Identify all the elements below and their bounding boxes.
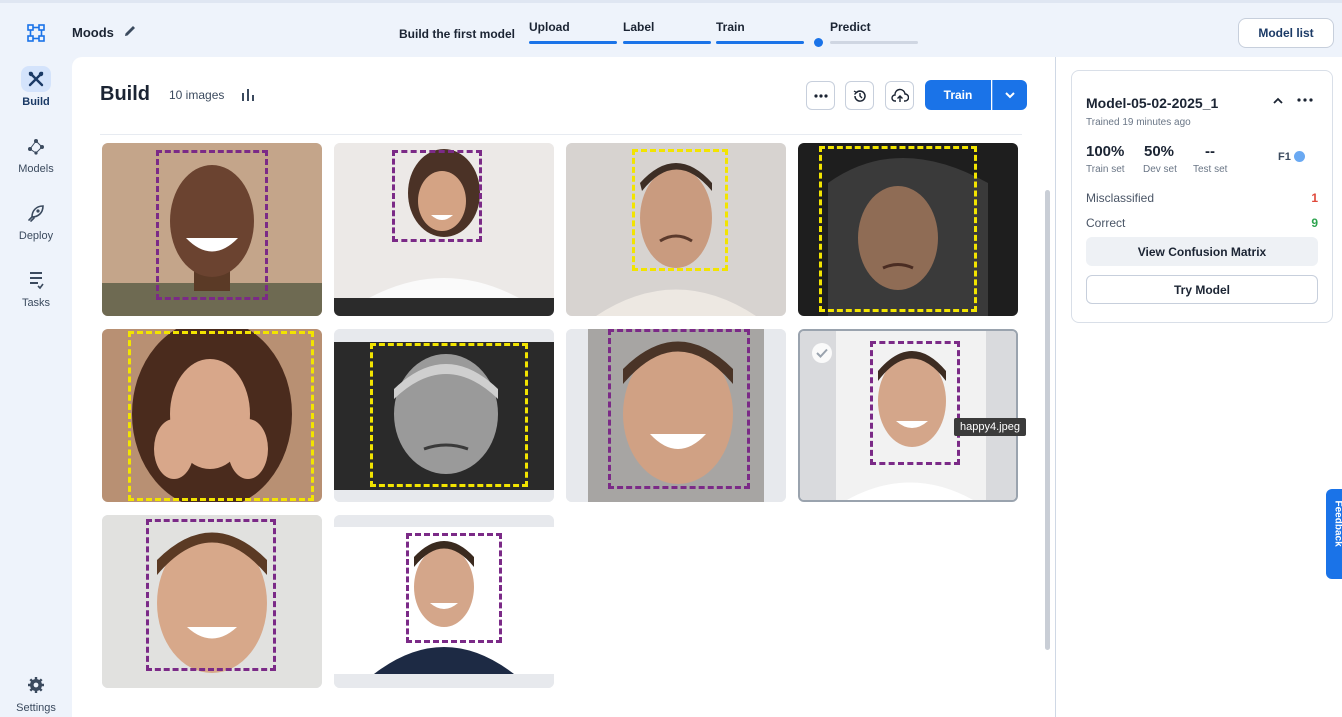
select-check-icon[interactable]	[812, 343, 832, 363]
bar-chart-icon[interactable]	[240, 87, 256, 103]
app-logo-icon[interactable]	[26, 23, 46, 43]
model-details-pane: Model-05-02-2025_1 Trained 19 minutes ag…	[1056, 57, 1342, 717]
test-set-score: --	[1205, 143, 1215, 160]
image-tile[interactable]	[334, 143, 554, 316]
image-tile[interactable]	[334, 515, 554, 688]
nav-label-deploy: Deploy	[18, 230, 54, 242]
history-button[interactable]	[845, 81, 874, 110]
info-icon[interactable]	[1294, 151, 1305, 162]
label-bbox	[608, 329, 750, 489]
image-tile[interactable]	[102, 515, 322, 688]
correct-label: Correct	[1086, 216, 1126, 230]
page-title: Build	[100, 83, 150, 105]
try-model-button[interactable]: Try Model	[1086, 275, 1318, 304]
left-nav: Build Models Deploy Tasks Settings	[0, 60, 72, 717]
model-list-button[interactable]: Model list	[1238, 18, 1334, 48]
train-button[interactable]: Train	[925, 80, 991, 110]
image-count: 10 images	[169, 88, 225, 102]
label-bbox	[392, 150, 482, 242]
train-set-label: Train set	[1086, 164, 1125, 175]
tasks-icon	[21, 267, 51, 293]
model-name: Model-05-02-2025_1	[1086, 95, 1219, 111]
upload-cloud-button[interactable]	[885, 81, 914, 110]
label-bbox	[632, 149, 728, 271]
more-options-button[interactable]	[806, 81, 835, 110]
step-label-progress	[623, 41, 711, 44]
step-predict-progress	[830, 41, 918, 44]
models-icon	[21, 133, 51, 159]
image-tile-selected[interactable]	[798, 329, 1018, 502]
feedback-label: Feedback	[1332, 500, 1342, 547]
nav-item-tasks[interactable]: Tasks	[0, 267, 72, 309]
edit-pencil-icon[interactable]	[122, 23, 138, 39]
step-upload-progress	[529, 41, 617, 44]
test-set-label: Test set	[1193, 164, 1228, 175]
chevron-up-icon[interactable]	[1272, 95, 1284, 107]
train-dropdown-button[interactable]	[992, 80, 1027, 110]
nav-item-build[interactable]: Build	[0, 66, 72, 108]
nav-label-build: Build	[22, 96, 50, 108]
dev-set-label: Dev set	[1143, 164, 1177, 175]
model-card: Model-05-02-2025_1 Trained 19 minutes ag…	[1071, 70, 1333, 323]
step-train[interactable]: Train	[716, 20, 745, 34]
train-set-score: 100%	[1086, 143, 1125, 160]
label-bbox	[819, 146, 977, 312]
nav-item-models[interactable]: Models	[0, 133, 72, 175]
label-bbox	[156, 150, 268, 300]
nav-label-tasks: Tasks	[21, 297, 51, 309]
label-bbox	[406, 533, 502, 643]
nav-item-settings[interactable]: Settings	[0, 672, 72, 714]
label-bbox	[870, 341, 960, 465]
ellipsis-icon	[813, 93, 828, 98]
step-label[interactable]: Label	[623, 20, 654, 34]
nav-label-models: Models	[18, 163, 54, 175]
top-bar: Moods Build the first model Upload Label…	[0, 0, 1342, 60]
step-train-progress	[716, 41, 804, 44]
history-icon	[853, 89, 866, 102]
tools-icon	[21, 66, 51, 92]
correct-count[interactable]: 9	[1311, 216, 1318, 230]
label-bbox	[146, 519, 276, 671]
label-bbox	[128, 331, 314, 501]
misclassified-label: Misclassified	[1086, 191, 1155, 205]
nav-label-settings: Settings	[16, 702, 56, 714]
current-step-dot	[814, 38, 823, 47]
toolbar-divider	[100, 129, 1022, 135]
trained-timestamp: Trained 19 minutes ago	[1086, 117, 1191, 128]
image-tile[interactable]	[102, 329, 322, 502]
step-predict[interactable]: Predict	[830, 20, 871, 34]
workflow-label: Build the first model	[399, 27, 516, 41]
cloud-upload-icon	[890, 88, 909, 102]
view-confusion-matrix-button[interactable]: View Confusion Matrix	[1086, 237, 1318, 266]
misclassified-count[interactable]: 1	[1311, 191, 1318, 205]
rocket-icon	[21, 200, 51, 226]
filename-tooltip: happy4.jpeg	[954, 418, 1026, 436]
ellipsis-icon[interactable]	[1296, 93, 1314, 107]
feedback-tab[interactable]: Feedback	[1326, 489, 1342, 579]
grid-scrollbar[interactable]	[1045, 190, 1050, 650]
dev-set-score: 50%	[1144, 143, 1175, 160]
image-tile[interactable]	[334, 329, 554, 502]
image-tile[interactable]	[566, 329, 786, 502]
image-tile[interactable]	[798, 143, 1018, 316]
image-tile[interactable]	[566, 143, 786, 316]
image-tile[interactable]	[102, 143, 322, 316]
gear-icon	[21, 672, 51, 698]
project-name: Moods	[72, 25, 114, 40]
build-panel: Build 10 images Train happy4.jpeg	[72, 57, 1055, 717]
label-bbox	[370, 343, 528, 487]
metric-label: F1	[1278, 151, 1291, 163]
chevron-down-icon	[1005, 92, 1015, 99]
nav-item-deploy[interactable]: Deploy	[0, 200, 72, 242]
step-upload[interactable]: Upload	[529, 20, 570, 34]
